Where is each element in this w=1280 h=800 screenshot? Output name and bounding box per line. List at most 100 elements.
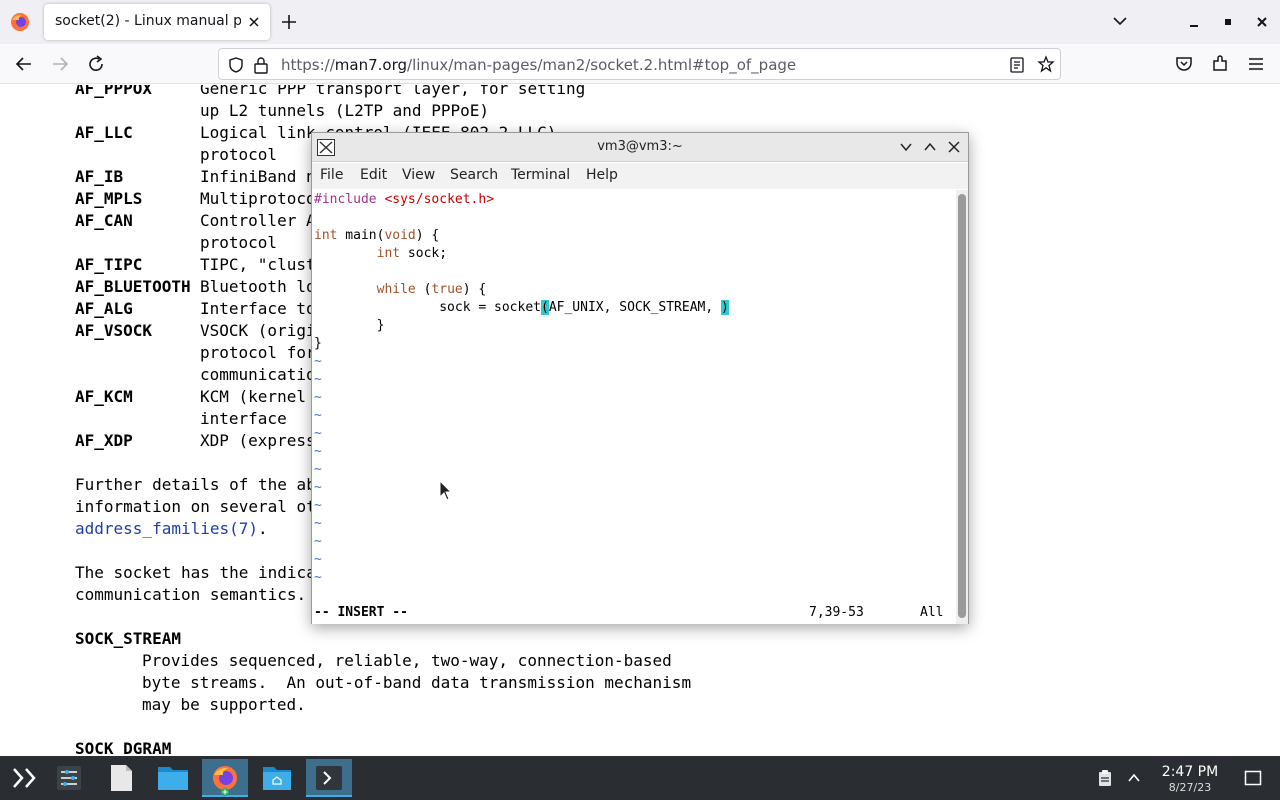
clock-date[interactable]: 8/27/23 bbox=[1150, 781, 1230, 794]
address-family-name: AF_XDP bbox=[75, 431, 133, 450]
tilde-marker: ~ bbox=[314, 480, 322, 495]
url-prefix: https:// bbox=[281, 56, 335, 74]
code-line: int main(void) { bbox=[314, 227, 439, 245]
firefox-icon[interactable] bbox=[10, 12, 30, 32]
code-line: #include <sys/socket.h> bbox=[314, 191, 494, 209]
chevron-up-icon[interactable] bbox=[1126, 770, 1142, 786]
code-text: main( bbox=[337, 228, 385, 243]
url-text[interactable]: https://man7.org/linux/man-pages/man2/so… bbox=[281, 56, 796, 74]
scrollbar-thumb[interactable] bbox=[958, 194, 966, 618]
address-family-name: AF_CAN bbox=[75, 211, 133, 230]
home-folder-icon[interactable] bbox=[254, 759, 300, 797]
code-line: } bbox=[314, 317, 385, 335]
code-text: ( bbox=[415, 282, 432, 297]
tab-socket-manpage[interactable]: socket(2) - Linux manual page bbox=[44, 4, 270, 40]
address-family-name: AF_VSOCK bbox=[75, 321, 153, 340]
star-icon[interactable] bbox=[1037, 55, 1055, 73]
keyword: true bbox=[431, 282, 463, 297]
url-path: /linux/man-pages/man2/socket.2.html#top_… bbox=[407, 56, 797, 74]
application-launcher-icon[interactable] bbox=[0, 759, 46, 797]
scroll-position: All bbox=[920, 605, 944, 620]
paragraph-line: address_families(7). bbox=[75, 518, 268, 540]
menu-file[interactable]: File bbox=[320, 167, 343, 183]
tilde-marker: ~ bbox=[314, 444, 322, 459]
vim-editor[interactable]: #include <sys/socket.h> int main(void) {… bbox=[312, 190, 956, 624]
terminal-titlebar[interactable]: vm3@vm3:~ bbox=[312, 133, 968, 162]
back-arrow-icon[interactable] bbox=[14, 54, 34, 74]
sock-stream-heading: SOCK_STREAM bbox=[75, 629, 181, 648]
terminal-task[interactable] bbox=[306, 759, 352, 797]
code-text: AF_UNIX, SOCK_STREAM, bbox=[548, 300, 721, 315]
sock-stream-description: Provides sequenced, reliable, two-way, c… bbox=[142, 651, 672, 670]
code-line: while (true) { bbox=[314, 281, 487, 299]
address-family-name: AF_IB bbox=[75, 167, 124, 186]
terminal-menubar: File Edit View Search Terminal Help bbox=[312, 163, 968, 189]
terminal-window[interactable]: vm3@vm3:~ File Edit View Search Terminal… bbox=[311, 132, 969, 624]
extensions-icon[interactable] bbox=[1210, 54, 1230, 74]
maximize-icon[interactable] bbox=[1220, 14, 1236, 30]
reload-icon[interactable] bbox=[86, 54, 106, 74]
address-family-description: up L2 tunnels (L2TP and PPPoE) bbox=[200, 101, 489, 120]
cursor-position: 7,39-53 bbox=[809, 605, 864, 620]
text-cursor: ) bbox=[721, 300, 729, 315]
terminal-scrollbar[interactable] bbox=[956, 190, 968, 624]
clipboard-icon[interactable] bbox=[1096, 769, 1114, 787]
menu-help[interactable]: Help bbox=[586, 167, 618, 183]
address-family-description: Generic PPP transport layer, for setting bbox=[200, 85, 586, 98]
terminal-icon bbox=[316, 766, 342, 790]
sock-dgram-heading: SOCK_DGRAM bbox=[75, 739, 172, 756]
address-family-description: protocol bbox=[200, 233, 278, 252]
tilde-marker: ~ bbox=[314, 354, 322, 369]
close-window-icon[interactable] bbox=[1254, 14, 1270, 30]
menu-edit[interactable]: Edit bbox=[360, 167, 387, 183]
tab-title: socket(2) - Linux manual page bbox=[55, 13, 241, 29]
firefox-task[interactable] bbox=[202, 759, 248, 797]
show-desktop-icon[interactable] bbox=[1244, 769, 1262, 787]
sock-stream-description: may be supported. bbox=[142, 695, 306, 714]
pocket-icon[interactable] bbox=[1174, 54, 1194, 74]
keyword: while bbox=[376, 282, 416, 297]
minimize-icon[interactable] bbox=[1186, 14, 1202, 30]
code-line: int sock; bbox=[314, 245, 447, 263]
tilde-marker: ~ bbox=[314, 462, 322, 477]
vim-mode-indicator: -- INSERT -- bbox=[314, 605, 408, 620]
close-icon[interactable] bbox=[947, 140, 961, 154]
url-domain: man7.org bbox=[334, 56, 408, 74]
keyword: int bbox=[376, 246, 401, 261]
hamburger-menu-icon[interactable] bbox=[1246, 54, 1266, 74]
address-family-description: interface bbox=[200, 409, 287, 428]
matching-paren: ( bbox=[540, 300, 549, 315]
text-editor-icon[interactable] bbox=[98, 759, 144, 797]
address-family-description: protocol bbox=[200, 145, 278, 164]
menu-search[interactable]: Search bbox=[450, 167, 498, 183]
code-text: } bbox=[376, 318, 385, 333]
code-line: } bbox=[314, 335, 322, 353]
close-icon[interactable] bbox=[245, 13, 263, 31]
chevron-down-icon[interactable] bbox=[1112, 13, 1128, 29]
include-header: <sys/socket.h> bbox=[384, 192, 495, 207]
lock-icon[interactable] bbox=[253, 56, 269, 74]
tilde-marker: ~ bbox=[314, 408, 322, 423]
menu-view[interactable]: View bbox=[402, 167, 435, 183]
tilde-marker: ~ bbox=[314, 516, 322, 531]
tracking-protection-icon[interactable] bbox=[227, 56, 245, 74]
address-family-name: AF_TIPC bbox=[75, 255, 143, 274]
address-families-link[interactable]: address_families(7) bbox=[75, 519, 258, 538]
chevron-down-icon[interactable] bbox=[899, 140, 913, 154]
plus-badge-icon bbox=[221, 788, 229, 796]
tilde-marker: ~ bbox=[314, 426, 322, 441]
plus-icon[interactable] bbox=[280, 13, 298, 31]
tilde-marker: ~ bbox=[314, 552, 322, 567]
address-family-name: AF_LLC bbox=[75, 123, 133, 142]
tilde-marker: ~ bbox=[314, 372, 322, 387]
file-manager-icon[interactable] bbox=[150, 759, 196, 797]
forward-arrow-icon[interactable] bbox=[50, 54, 70, 74]
reader-view-icon[interactable] bbox=[1009, 56, 1025, 74]
menu-terminal[interactable]: Terminal bbox=[511, 167, 570, 183]
chevron-up-icon[interactable] bbox=[923, 140, 937, 154]
url-bar[interactable]: https://man7.org/linux/man-pages/man2/so… bbox=[218, 48, 1061, 80]
address-family-name: AF_KCM bbox=[75, 387, 133, 406]
address-family-name: AF_BLUETOOTH bbox=[75, 277, 191, 296]
clock-time[interactable]: 2:47 PM bbox=[1150, 764, 1230, 780]
settings-icon[interactable] bbox=[46, 759, 92, 797]
